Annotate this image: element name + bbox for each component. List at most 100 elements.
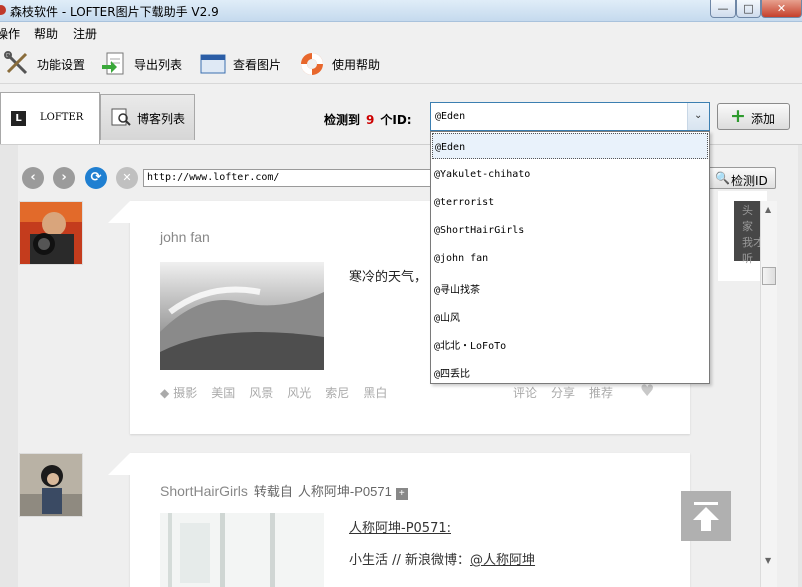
detected-prefix: 检测到: [324, 113, 361, 127]
window-photo-image: [160, 513, 324, 587]
dropdown-option[interactable]: @Yakulet-chihato: [432, 161, 708, 187]
detected-count: 检测到 9 个ID:: [324, 111, 412, 128]
minimize-button[interactable]: —: [710, 0, 736, 18]
post-text: 小生活 // 新浪微博：@人称阿坤: [349, 549, 535, 568]
chevron-down-icon: ⌄: [694, 110, 703, 121]
forward-button[interactable]: ›: [53, 167, 75, 189]
view-images-button[interactable]: 查看图片: [200, 48, 284, 78]
post-image[interactable]: [160, 513, 324, 587]
dropdown-option[interactable]: @ShortHairGirls: [432, 217, 708, 243]
scroll-down-icon[interactable]: ▼: [765, 556, 771, 565]
export-document-icon: [102, 52, 124, 75]
post-link[interactable]: 人称阿坤-P0571:: [349, 517, 451, 536]
id-dropdown-list[interactable]: @Eden @Yakulet-chihato @terrorist @Short…: [430, 131, 710, 384]
title-bar: 森枝软件 - LOFTER图片下载助手 V2.9 — □ ✕: [0, 0, 802, 22]
post-card: ShortHairGirls 转载自 人称阿坤-P0571 + 人称阿坤-P0571:…: [108, 453, 690, 587]
detected-suffix: 个ID:: [380, 113, 412, 127]
id-combobox[interactable]: @Eden ⌄: [430, 102, 710, 131]
menu-bar: 操作 帮助 注册: [0, 22, 802, 42]
avatar[interactable]: [19, 201, 83, 265]
dropdown-option[interactable]: @四丢比: [432, 357, 708, 383]
stop-button[interactable]: ✕: [116, 167, 138, 189]
post-actions: 评论 分享 推荐: [513, 384, 627, 401]
shorthairgirls-avatar-image: [20, 454, 82, 516]
settings-button[interactable]: 功能设置: [4, 48, 88, 78]
close-button[interactable]: ✕: [761, 0, 802, 18]
add-button-label: 添加: [751, 112, 776, 126]
menu-help[interactable]: 帮助: [34, 25, 58, 42]
post-author[interactable]: ShortHairGirls: [160, 483, 248, 499]
blog-list-icon: [111, 108, 131, 126]
post-image[interactable]: [160, 262, 324, 370]
wave-photo-image: [160, 262, 324, 370]
combobox-dropdown-button[interactable]: ⌄: [687, 103, 709, 130]
back-to-top-button[interactable]: [681, 491, 731, 541]
back-button[interactable]: ‹: [22, 167, 44, 189]
settings-label: 功能设置: [37, 58, 86, 72]
weibo-mention-link[interactable]: @人称阿坤: [470, 553, 535, 568]
post-author-line: ShortHairGirls 转载自 人称阿坤-P0571 +: [160, 481, 408, 500]
tag[interactable]: 美国: [211, 386, 235, 400]
tab-blog-list-label: 博客列表: [137, 112, 186, 126]
tag[interactable]: 索尼: [325, 386, 349, 400]
recommend-link[interactable]: 推荐: [589, 386, 613, 400]
tag[interactable]: 摄影: [173, 386, 197, 400]
url-input[interactable]: http://www.lofter.com/: [143, 169, 443, 187]
john-fan-avatar-image: [20, 202, 82, 264]
dropdown-option[interactable]: @北北・LoFoTo: [432, 329, 708, 355]
app-logo-icon: [0, 5, 6, 15]
reblog-label: 转载自: [253, 484, 293, 499]
share-link[interactable]: 分享: [551, 386, 575, 400]
post-excerpt: 寒冷的天气，: [349, 270, 428, 285]
tag[interactable]: 风景: [249, 386, 273, 400]
tag-icon: ◆: [160, 386, 170, 400]
avatar[interactable]: [19, 453, 83, 517]
tag[interactable]: 黑白: [363, 386, 387, 400]
app-window: 森枝软件 - LOFTER图片下载助手 V2.9 — □ ✕ 操作 帮助 注册 …: [0, 0, 802, 587]
dropdown-option[interactable]: @寻山找茶: [432, 273, 708, 299]
arrow-up-icon: [693, 502, 719, 531]
vertical-scrollbar[interactable]: ▲ ▼: [760, 201, 777, 587]
tab-lofter-label: LOFTER: [40, 112, 84, 123]
tab-blog-list[interactable]: 博客列表: [100, 94, 195, 140]
dropdown-option[interactable]: @terrorist: [432, 189, 708, 215]
page-tab-strip: [180, 582, 630, 587]
refresh-button[interactable]: ⟳: [85, 167, 107, 189]
scroll-thumb[interactable]: [762, 267, 776, 285]
plus-icon: +: [730, 105, 746, 127]
menu-operate[interactable]: 操作: [0, 25, 20, 42]
toolbar: 功能设置 导出列表 查看图片 使用帮助: [0, 42, 802, 84]
post-tags: ◆ 摄影 美国 风景 风光 索尼 黑白: [160, 384, 401, 401]
post-author[interactable]: john fan: [160, 229, 210, 245]
help-button[interactable]: 使用帮助: [299, 48, 383, 78]
maximize-button[interactable]: □: [736, 0, 761, 18]
detected-count-value: 9: [366, 113, 375, 127]
add-button[interactable]: + 添加: [717, 103, 790, 130]
magnifier-icon: 🔍: [715, 171, 730, 185]
scroll-up-icon[interactable]: ▲: [765, 205, 771, 214]
follow-plus-icon[interactable]: +: [395, 488, 408, 500]
lifebuoy-icon: [301, 53, 323, 75]
menu-register[interactable]: 注册: [73, 25, 97, 42]
tag[interactable]: 风光: [287, 386, 311, 400]
window-icon: [200, 54, 226, 74]
export-list-label: 导出列表: [134, 58, 183, 72]
wrench-screwdriver-icon: [4, 51, 28, 75]
reblog-source[interactable]: 人称阿坤-P0571: [298, 484, 392, 499]
dropdown-option[interactable]: @山风: [432, 301, 708, 327]
post-notch: [108, 453, 130, 475]
dropdown-option[interactable]: @Eden: [432, 133, 708, 159]
dropdown-option[interactable]: @john fan: [432, 245, 708, 271]
view-images-label: 查看图片: [233, 58, 282, 72]
id-combobox-value: @Eden: [435, 111, 466, 122]
help-label: 使用帮助: [332, 58, 381, 72]
comment-link[interactable]: 评论: [513, 386, 537, 400]
url-text: http://www.lofter.com/: [147, 172, 280, 183]
detect-id-label: 检测ID: [731, 174, 768, 188]
window-title: 森枝软件 - LOFTER图片下载助手 V2.9: [10, 5, 219, 19]
tab-lofter[interactable]: L LOFTER: [0, 92, 100, 144]
export-list-button[interactable]: 导出列表: [101, 48, 185, 78]
post-text-prefix: 小生活 // 新浪微博：: [349, 553, 471, 568]
detect-id-button[interactable]: 🔍 检测ID: [708, 167, 776, 189]
post-notch: [108, 201, 130, 223]
